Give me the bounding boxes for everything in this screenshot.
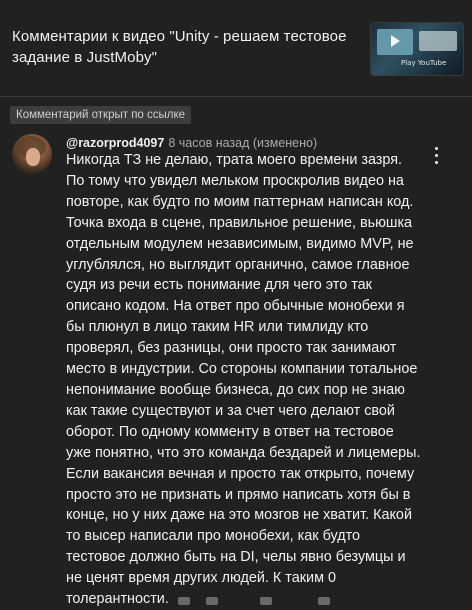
comment-time[interactable]: 8 часов назад (изменено) (168, 136, 317, 150)
comment-line: непонимание вообще бизнеса, до сих пор н… (66, 381, 405, 398)
comment-line: не ценят время других людей. К таким 0 (66, 570, 336, 587)
comment-line: описано кодом. На ответ про обычные моно… (66, 298, 405, 315)
thumbnail-window-image (419, 31, 457, 51)
more-options-button[interactable] (426, 144, 446, 168)
more-dot-icon (435, 147, 438, 150)
header-divider (0, 96, 472, 97)
comment-line: Никогда ТЗ не делаю, трата моего времени… (66, 152, 403, 168)
avatar-face (26, 148, 40, 166)
comment-line: углублялся, но выглядит органично, самое… (66, 256, 410, 273)
more-dot-icon (435, 161, 438, 164)
comment-line: тестовое должно быть на DI, челы явно бе… (66, 549, 406, 566)
comment-line: место в индустрии. Со стороны компании т… (66, 361, 418, 378)
like-icon[interactable] (178, 597, 190, 605)
share-icon[interactable] (318, 597, 330, 605)
comment: @razorprod4097 8 часов назад (изменено) Н… (0, 130, 472, 607)
comment-line: Точка входа в сцене, правильное решение,… (66, 214, 413, 231)
comment-header: @razorprod4097 8 часов назад (изменено) (66, 135, 317, 151)
comment-text: Никогда ТЗ не делаю, трата моего времени… (66, 150, 421, 610)
comment-line: бы плюнул в лицо таким HR или тимлиду кт… (66, 319, 369, 336)
comment-line: то высер написали про монобехи, как будт… (66, 528, 361, 545)
thumbnail-label: Play YouTube (401, 59, 447, 67)
comment-line: уже понятно, что это команда бездарей и … (66, 444, 421, 461)
comment-line: По тому что увидел мельком проскролив ви… (66, 172, 404, 189)
comment-line: Если вакансия вечная и просто так открыт… (66, 465, 415, 482)
header: Комментарии к видео "Unity - решаем тест… (0, 0, 472, 96)
comment-line: проверял, без разницы, они просто так за… (66, 340, 397, 357)
comment-line: оборот. По одному комменту в ответ на те… (66, 423, 394, 440)
comment-line: отдельным модулем независимым, видимо MV… (66, 235, 414, 252)
comment-line: судя из речи есть понимание для чего это… (66, 277, 372, 294)
linked-comment-badge: Комментарий открыт по ссылке (10, 106, 192, 124)
comment-line: как такие существуют и за счет чего дела… (66, 402, 395, 419)
comment-line: повторе, как будто по моим паттернам нап… (66, 193, 414, 210)
comment-line: просто это не признать и прямо написать … (66, 486, 411, 503)
reply-icon[interactable] (260, 597, 272, 605)
video-title-line-2: задание в JustMoby" (12, 49, 158, 66)
play-icon (391, 35, 400, 47)
video-thumbnail[interactable]: Play YouTube (370, 22, 464, 76)
video-title-line-1: Комментарии к видео "Unity - решаем тест… (12, 28, 347, 45)
action-bar-partial (0, 592, 472, 605)
video-title[interactable]: Комментарии к видео "Unity - решаем тест… (12, 26, 352, 68)
dislike-icon[interactable] (206, 597, 218, 605)
more-dot-icon (435, 154, 438, 157)
comment-author[interactable]: @razorprod4097 (66, 136, 164, 150)
avatar[interactable] (12, 134, 52, 174)
comment-line: конце, но у них даже на это мозгов не хв… (66, 507, 412, 524)
